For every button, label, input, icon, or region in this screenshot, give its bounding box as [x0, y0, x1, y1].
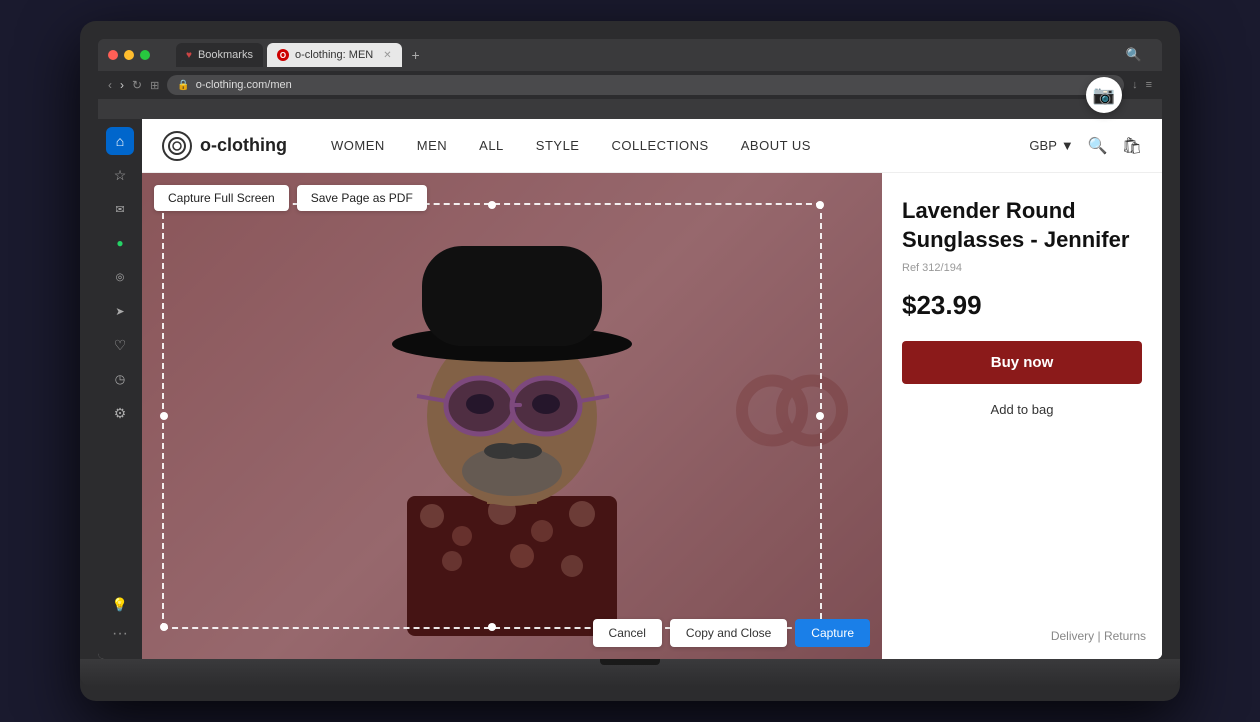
sidebar-icon-whatsapp[interactable]: ● [106, 229, 134, 257]
nav-link-collections[interactable]: COLLECTIONS [597, 119, 722, 173]
handle-mid-right[interactable] [816, 412, 824, 420]
bookmarks-tab-icon: ♥ [186, 50, 192, 61]
tab-bar: ♥ Bookmarks O o-clothing: MEN ✕ + [166, 41, 1120, 69]
site-navbar: o-clothing WOMEN MEN ALL STYLE COLLECTIO… [142, 119, 1162, 173]
new-tab-button[interactable]: + [406, 45, 426, 65]
browser-chrome: ♥ Bookmarks O o-clothing: MEN ✕ + 🔍 ‹ [98, 39, 1162, 119]
sidebar-icon-bookmarks[interactable]: ☆ [106, 161, 134, 189]
currency-text: GBP [1029, 138, 1056, 153]
handle-bottom-left[interactable] [160, 623, 168, 631]
sidebar-icon-settings[interactable]: ⚙ [106, 399, 134, 427]
product-info-section: Lavender Round Sunglasses - Jennifer Ref… [882, 173, 1162, 659]
forward-button[interactable]: › [120, 78, 124, 92]
sidebar-icon-heart[interactable]: ♡ [106, 331, 134, 359]
download-icon[interactable]: ↓ [1132, 79, 1138, 91]
screenshot-camera-button[interactable]: 📷 [1086, 77, 1122, 113]
product-title: Lavender Round Sunglasses - Jennifer [902, 197, 1142, 254]
currency-dropdown-icon: ▼ [1061, 138, 1074, 153]
close-window-button[interactable] [108, 50, 118, 60]
oclothing-tab-favicon: O [277, 49, 289, 61]
add-to-bag-button[interactable]: Add to bag [902, 394, 1142, 425]
product-ref: Ref 312/194 [902, 262, 1142, 274]
nav-link-women[interactable]: WOMEN [317, 119, 399, 173]
maximize-window-button[interactable] [140, 50, 150, 60]
laptop-notch [600, 659, 660, 665]
browser-search-icon[interactable]: 🔍 [1126, 47, 1142, 63]
tab-close-icon[interactable]: ✕ [383, 50, 391, 61]
nav-right: GBP ▼ 🔍 🛍 [1029, 136, 1142, 156]
browser-titlebar: ♥ Bookmarks O o-clothing: MEN ✕ + 🔍 [98, 39, 1162, 71]
handle-top-mid[interactable] [488, 201, 496, 209]
nav-links: WOMEN MEN ALL STYLE COLLECTIONS ABOUT US [317, 119, 1029, 173]
bag-button[interactable]: 🛍 [1122, 136, 1142, 156]
browser-addressbar: ‹ › ↻ ⊞ 🔒 o-clothing.com/men ↓ ≡ [98, 71, 1162, 99]
site-logo[interactable]: o-clothing [162, 131, 287, 161]
returns-link[interactable]: Returns [1104, 629, 1146, 643]
sidebar-more-icon[interactable]: ··· [112, 625, 128, 643]
tab-bookmarks[interactable]: ♥ Bookmarks [176, 43, 263, 67]
extensions-icon[interactable]: ⊞ [150, 79, 159, 92]
minimize-window-button[interactable] [124, 50, 134, 60]
handle-bottom-mid[interactable] [488, 623, 496, 631]
capture-button[interactable]: Capture [795, 619, 870, 647]
bookmarks-tab-label: Bookmarks [198, 49, 253, 61]
product-area: Capture Full Screen Save Page as PDF [142, 173, 1162, 659]
save-page-as-pdf-button[interactable]: Save Page as PDF [297, 185, 427, 211]
buy-now-button[interactable]: Buy now [902, 341, 1142, 384]
refresh-button[interactable]: ↻ [132, 78, 142, 92]
menu-icon[interactable]: ≡ [1146, 79, 1152, 91]
handle-mid-left[interactable] [160, 412, 168, 420]
product-footer: Delivery | Returns [1051, 629, 1146, 643]
back-button[interactable]: ‹ [108, 78, 112, 92]
sidebar-icon-history[interactable]: ◷ [106, 365, 134, 393]
logo-icon [162, 131, 192, 161]
sidebar-icon-send[interactable]: ➤ [106, 297, 134, 325]
delivery-link[interactable]: Delivery [1051, 629, 1094, 643]
cancel-button[interactable]: Cancel [593, 619, 662, 647]
tab-oclothing-men[interactable]: O o-clothing: MEN ✕ [267, 43, 402, 67]
laptop-screen: ♥ Bookmarks O o-clothing: MEN ✕ + 🔍 ‹ [98, 39, 1162, 659]
site-content: o-clothing WOMEN MEN ALL STYLE COLLECTIO… [142, 119, 1162, 659]
capture-top-buttons: Capture Full Screen Save Page as PDF [154, 185, 427, 211]
logo-svg [167, 136, 187, 156]
nav-link-men[interactable]: MEN [403, 119, 461, 173]
sidebar-icon-idea[interactable]: 💡 [106, 591, 134, 619]
product-price: $23.99 [902, 290, 1142, 321]
currency-selector[interactable]: GBP ▼ [1029, 138, 1073, 153]
sidebar-icon-flow[interactable]: ◎ [106, 263, 134, 291]
website-content: ⌂ ☆ ✉ ● ◎ ➤ ♡ ◷ ⚙ 💡 ··· [98, 119, 1162, 659]
nav-link-all[interactable]: ALL [465, 119, 518, 173]
product-image-section: Capture Full Screen Save Page as PDF [142, 173, 882, 659]
address-bar[interactable]: 🔒 o-clothing.com/men [167, 75, 1124, 95]
capture-full-screen-button[interactable]: Capture Full Screen [154, 185, 289, 211]
search-button[interactable]: 🔍 [1088, 136, 1108, 156]
laptop-shell: ♥ Bookmarks O o-clothing: MEN ✕ + 🔍 ‹ [80, 21, 1180, 701]
browser-actions: ↓ ≡ [1132, 79, 1152, 91]
copy-and-close-button[interactable]: Copy and Close [670, 619, 787, 647]
logo-text: o-clothing [200, 135, 287, 156]
oclothing-tab-label: o-clothing: MEN [295, 49, 373, 61]
handle-top-right[interactable] [816, 201, 824, 209]
nav-link-style[interactable]: STYLE [522, 119, 594, 173]
sidebar-icon-messenger[interactable]: ✉ [106, 195, 134, 223]
selection-rectangle[interactable] [162, 203, 822, 629]
opera-sidebar: ⌂ ☆ ✉ ● ◎ ➤ ♡ ◷ ⚙ 💡 ··· [98, 119, 142, 659]
capture-bottom-buttons: Cancel Copy and Close Capture [593, 619, 870, 647]
lock-icon: 🔒 [177, 80, 189, 91]
sidebar-icon-home[interactable]: ⌂ [106, 127, 134, 155]
nav-link-about-us[interactable]: ABOUT US [727, 119, 825, 173]
laptop-base [80, 659, 1180, 687]
url-text: o-clothing.com/men [196, 79, 292, 91]
